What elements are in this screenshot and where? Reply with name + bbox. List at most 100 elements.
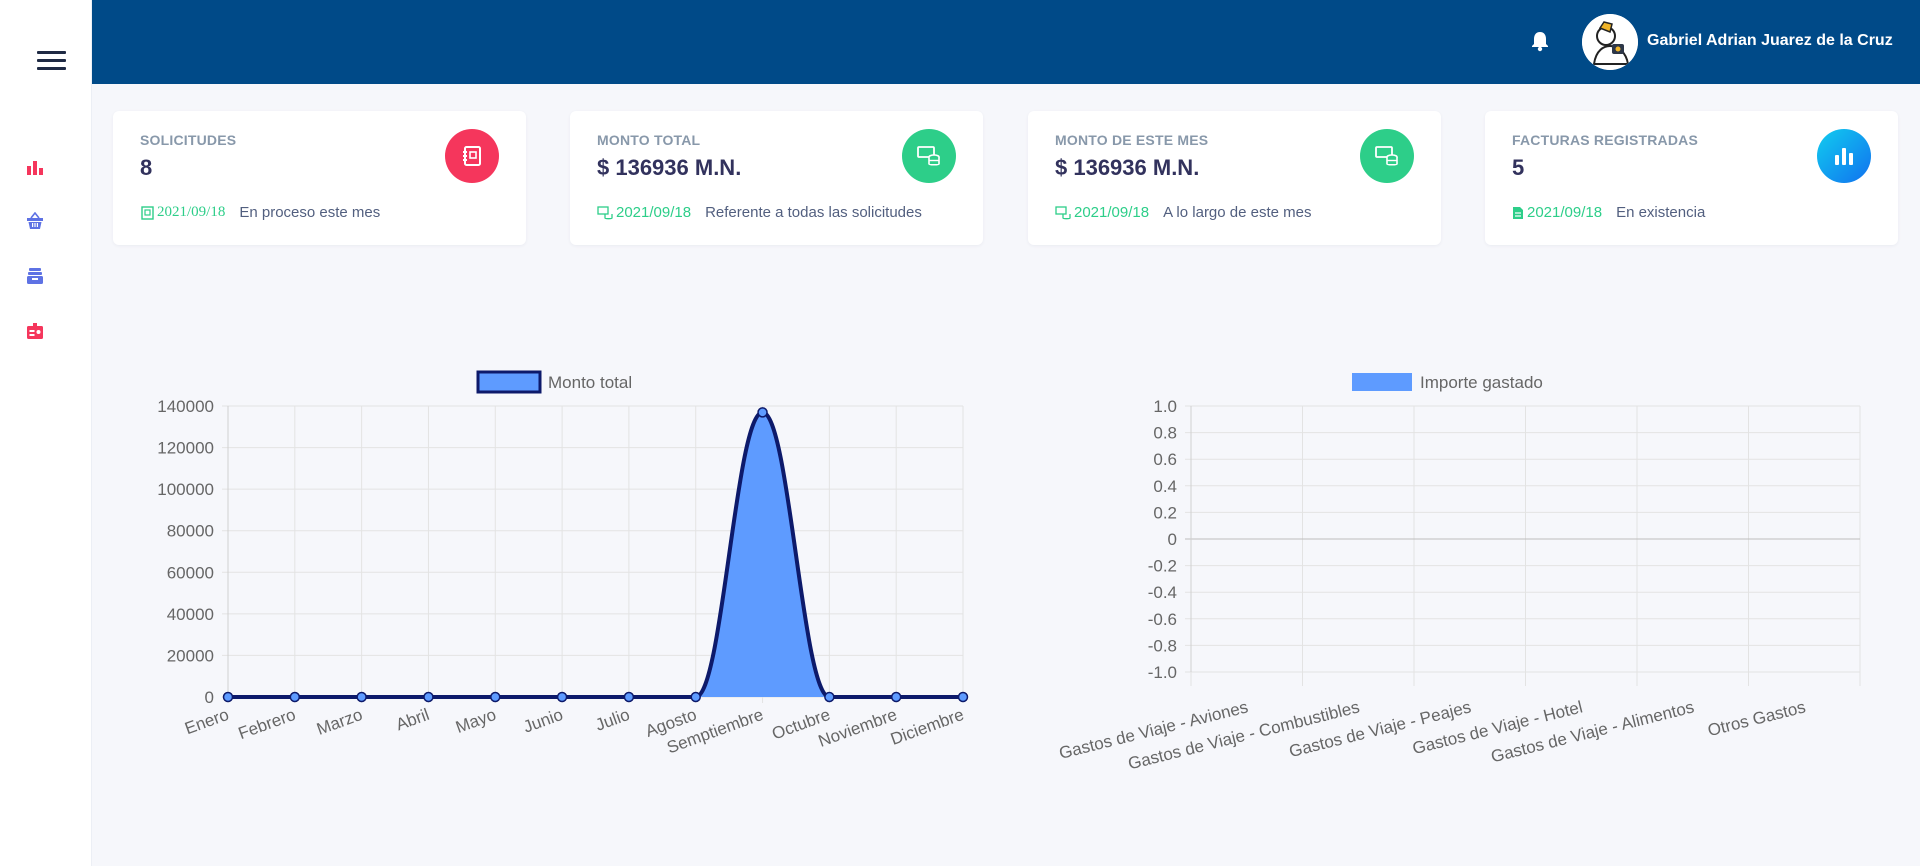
- bar-chart-icon: [1835, 148, 1853, 165]
- data-point: [824, 691, 835, 703]
- legend-label: Monto total: [548, 373, 632, 392]
- y-tick-label: 20000: [167, 646, 214, 665]
- x-tick-label: Marzo: [314, 705, 365, 739]
- card-value: 8: [140, 155, 153, 180]
- x-tick-label: Agosto: [643, 705, 699, 741]
- x-tick-label: Gastos de Viaje - Aviones: [1057, 697, 1250, 762]
- money-icon: [1375, 146, 1398, 166]
- x-tick-label: Abril: [393, 705, 431, 734]
- y-tick-label: 0.2: [1153, 503, 1177, 522]
- avatar-image: [1582, 14, 1638, 70]
- card-label: MONTO TOTAL: [597, 132, 701, 148]
- card-footer-text: A lo largo de este mes: [1163, 204, 1312, 221]
- x-tick-label: Enero: [182, 705, 231, 738]
- data-point: [556, 691, 568, 703]
- top-navbar: [92, 0, 1920, 84]
- y-tick-label: -0.6: [1148, 610, 1177, 629]
- money-small-icon: [1055, 205, 1071, 219]
- card-date: 2021/09/18: [1074, 204, 1150, 221]
- archive-icon: [27, 268, 43, 284]
- notebook-icon: [463, 146, 481, 166]
- x-tick-label: Junio: [521, 705, 566, 737]
- card-monto-mes: MONTO DE ESTE MES $ 136936 M.N. 2021/09/…: [1028, 111, 1441, 245]
- card-value: $ 136936 M.N.: [1055, 155, 1200, 180]
- y-tick-label: 0: [1168, 530, 1177, 549]
- card-icon-circle: [1817, 129, 1871, 183]
- sidebar-item-charts[interactable]: [24, 156, 46, 178]
- x-tick-label: Octubre: [769, 705, 832, 744]
- y-tick-label: -0.2: [1148, 557, 1177, 576]
- card-footer: 2021/09/18 A lo largo de este mes: [1055, 204, 1312, 221]
- data-point: [289, 691, 301, 703]
- sidebar-item-badge[interactable]: [24, 320, 46, 342]
- legend-swatch: [476, 370, 542, 394]
- y-tick-label: 0.6: [1153, 450, 1177, 469]
- bell-icon[interactable]: [1530, 30, 1550, 52]
- x-tick-label: Gastos de Viaje - Peajes: [1287, 697, 1473, 761]
- legend-label: Importe gastado: [1420, 373, 1543, 392]
- card-footer: 2021/09/18 Referente a todas las solicit…: [597, 204, 922, 221]
- card-icon-circle: [902, 129, 956, 183]
- x-tick-label: Gastos de Viaje - Combustibles: [1126, 697, 1361, 773]
- y-tick-label: 140000: [157, 397, 214, 416]
- data-point: [623, 691, 635, 703]
- x-tick-label: Noviembre: [816, 705, 900, 751]
- y-tick-label: -0.8: [1148, 636, 1177, 655]
- id-badge-icon: [27, 323, 43, 339]
- y-tick-label: 0.4: [1153, 477, 1177, 496]
- card-date: 2021/09/18: [616, 204, 692, 221]
- data-point: [890, 691, 902, 703]
- money-icon: [917, 146, 940, 166]
- y-tick-label: -0.4: [1148, 583, 1177, 602]
- data-point: [757, 407, 768, 418]
- card-solicitudes: SOLICITUDES 8 2021/09/18 En proceso este…: [113, 111, 526, 245]
- data-point: [222, 691, 234, 703]
- money-small-icon: [597, 205, 613, 219]
- data-point: [423, 691, 434, 703]
- x-tick-label: Semptiembre: [664, 705, 766, 757]
- card-facturas: FACTURAS REGISTRADAS 5 2021/09/18 En exi…: [1485, 111, 1898, 245]
- card-icon-circle: [445, 129, 499, 183]
- avatar[interactable]: [1582, 14, 1638, 70]
- basket-icon: [27, 212, 43, 229]
- y-tick-label: 0: [205, 688, 214, 707]
- menu-toggle-icon[interactable]: [37, 51, 66, 71]
- card-date: 2021/09/18: [157, 204, 226, 220]
- x-tick-label: Febrero: [236, 705, 298, 743]
- x-tick-label: Gastos de Viaje - Hotel: [1411, 697, 1585, 758]
- card-icon-circle: [1360, 129, 1414, 183]
- y-tick-label: 60000: [167, 563, 214, 582]
- card-label: FACTURAS REGISTRADAS: [1512, 132, 1699, 148]
- card-value: 5: [1512, 155, 1525, 180]
- sidebar-item-archive[interactable]: [24, 265, 46, 287]
- card-footer-text: Referente a todas las solicitudes: [705, 204, 922, 221]
- y-tick-label: 1.0: [1153, 397, 1177, 416]
- series-line: [227, 410, 963, 700]
- card-footer: 2021/09/18 En proceso este mes: [140, 204, 380, 221]
- card-label: SOLICITUDES: [140, 132, 237, 148]
- data-point: [690, 691, 701, 703]
- x-tick-label: Julio: [593, 705, 632, 735]
- card-value: $ 136936 M.N.: [597, 155, 742, 180]
- card-label: MONTO DE ESTE MES: [1055, 132, 1209, 148]
- notebook-small-icon: [141, 205, 154, 220]
- legend-swatch: [1352, 373, 1412, 391]
- sidebar-item-shop[interactable]: [24, 210, 46, 232]
- user-name[interactable]: Gabriel Adrian Juarez de la Cruz: [1647, 32, 1893, 50]
- x-tick-label: Gastos de Viaje - Alimentos: [1489, 697, 1696, 766]
- card-footer: 2021/09/18 En existencia: [1512, 204, 1705, 221]
- card-date: 2021/09/18: [1527, 204, 1603, 221]
- card-monto-total: MONTO TOTAL $ 136936 M.N. 2021/09/18 Ref…: [570, 111, 983, 245]
- card-footer-text: En existencia: [1616, 204, 1706, 221]
- x-tick-label: Mayo: [453, 705, 499, 737]
- y-tick-label: 100000: [157, 480, 214, 499]
- data-point: [356, 691, 367, 703]
- card-footer-text: En proceso este mes: [239, 204, 381, 221]
- y-tick-label: 80000: [167, 522, 214, 541]
- data-point: [957, 691, 969, 703]
- data-point: [490, 691, 501, 703]
- y-tick-label: 40000: [167, 605, 214, 624]
- file-icon: [1513, 206, 1523, 219]
- x-tick-label: Otros Gastos: [1706, 697, 1808, 740]
- area-fill: [228, 412, 963, 697]
